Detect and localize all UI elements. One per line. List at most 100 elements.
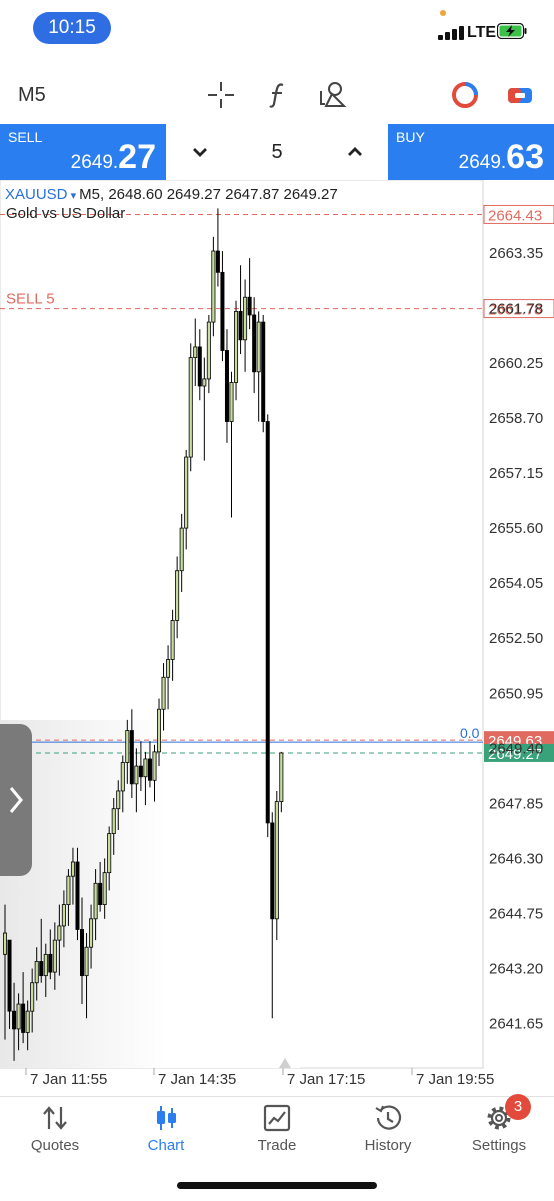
candle-bull	[66, 875, 71, 906]
indicators-icon[interactable]	[263, 80, 293, 110]
y-tick-label: 2649.40	[489, 740, 543, 757]
tab-settings[interactable]: Settings	[444, 1097, 554, 1167]
candle-bull	[57, 925, 62, 941]
candle-bull	[234, 311, 239, 383]
candle-bear	[224, 350, 229, 422]
sell-label: SELL	[8, 129, 43, 145]
candle-bull	[84, 946, 89, 977]
y-tick-label: 2661.78	[489, 301, 543, 318]
status-bar: 10:15 LTE	[0, 0, 554, 60]
candle-bull	[184, 456, 189, 529]
timeframe-button[interactable]: M5	[18, 84, 46, 107]
y-tick-label: 2654.05	[489, 575, 543, 592]
symbol-selector[interactable]: XAUUSD	[5, 186, 68, 203]
x-tick-label: 7 Jan 11:55	[30, 1071, 107, 1088]
candle-bear	[197, 346, 202, 387]
candle-bull	[70, 861, 75, 877]
tab-trade[interactable]: Trade	[222, 1097, 332, 1167]
candle-bull	[243, 296, 248, 341]
candle-bull	[170, 620, 175, 660]
y-tick-label: 2655.60	[489, 520, 543, 537]
trade-panel-icon[interactable]	[505, 80, 535, 110]
y-tick-label: 2650.95	[489, 685, 543, 702]
candle-bull	[206, 321, 211, 380]
candle-bull	[256, 321, 261, 373]
tab-chart[interactable]: Chart	[111, 1097, 221, 1167]
candle-bull	[211, 250, 216, 323]
cellular-signal-icon	[438, 26, 464, 40]
sell-order-tag: SELL 5	[6, 291, 55, 308]
buy-button[interactable]: BUY 2649.63	[388, 124, 554, 180]
y-tick-label: 2646.30	[489, 850, 543, 867]
lot-selector: 5	[166, 124, 388, 180]
candle-bear	[80, 929, 85, 977]
candle-bull	[202, 378, 207, 387]
battery-charging-icon	[497, 23, 527, 39]
quotes-icon	[43, 1106, 67, 1130]
candle-bull	[229, 382, 234, 422]
candle-bull	[25, 1010, 30, 1033]
sell-price-main: 2649.	[70, 152, 119, 173]
chevron-up-icon[interactable]	[341, 138, 369, 166]
candle-bull	[116, 790, 121, 810]
sell-price-pips: 27	[118, 138, 156, 176]
candle-bear	[129, 730, 134, 785]
candle-bear	[238, 311, 243, 341]
crosshair-icon[interactable]	[206, 80, 236, 110]
candle-bear	[252, 314, 257, 373]
candle-bull	[52, 939, 57, 973]
candle-bull	[157, 708, 162, 753]
candle-bull	[175, 570, 180, 621]
candle-bear	[21, 1003, 26, 1033]
candle-bull	[93, 882, 98, 920]
candle-bull	[179, 527, 184, 572]
candle-bear	[147, 758, 152, 781]
x-tick-label: 7 Jan 14:35	[158, 1071, 236, 1088]
candle-bear	[265, 421, 270, 824]
position-profit-label: 0.0	[460, 725, 480, 741]
candle-bear	[270, 822, 275, 920]
chart-toolbar: M5	[0, 68, 554, 122]
y-tick-label: 2652.50	[489, 630, 543, 647]
candle-bull	[125, 730, 130, 763]
candle-bull	[16, 1003, 21, 1030]
sell-button[interactable]: SELL 2649.27	[0, 124, 166, 180]
y-tick-label: 2660.25	[489, 355, 543, 372]
price-chart[interactable]: 2664.432661.78SELL 52649.632649.270.0 26…	[0, 180, 554, 1096]
candle-bull	[279, 752, 284, 803]
tab-label: Trade	[257, 1137, 297, 1154]
candle-bull	[102, 872, 107, 906]
candle-bull	[161, 676, 166, 710]
settings-notification-badge: 3	[505, 1094, 531, 1120]
tab-label: Chart	[147, 1137, 185, 1154]
one-click-trading-icon[interactable]	[450, 80, 480, 110]
tab-quotes[interactable]: Quotes	[0, 1097, 110, 1167]
trade-icon	[263, 1104, 291, 1132]
candle-bull	[188, 357, 193, 458]
candle-bull	[152, 751, 157, 781]
status-time[interactable]: 10:15	[33, 12, 111, 44]
objects-icon[interactable]	[318, 80, 348, 110]
ohlc-readout: M5, 2648.60 2649.27 2647.87 2649.27	[79, 186, 338, 203]
candle-bear	[138, 765, 143, 778]
home-indicator[interactable]	[177, 1182, 377, 1189]
tab-label: Quotes	[30, 1137, 80, 1154]
candle-bull	[134, 765, 139, 785]
candle-bull	[120, 762, 125, 792]
y-tick-label: 2641.65	[489, 1016, 543, 1033]
chart-icon	[157, 1106, 176, 1130]
privacy-indicator-dot	[440, 10, 446, 16]
candle-bull	[34, 961, 39, 984]
side-panel-handle[interactable]	[0, 724, 32, 876]
candle-bull	[143, 758, 148, 778]
y-tick-label: 2663.35	[489, 245, 543, 262]
candle-bear	[7, 939, 12, 1012]
candle-bull	[30, 982, 35, 1012]
candle-bear	[215, 250, 220, 273]
candle-bear	[261, 321, 266, 422]
y-tick-label: 2658.70	[489, 410, 543, 427]
tab-history[interactable]: History	[333, 1097, 443, 1167]
chevron-right-icon	[9, 787, 23, 813]
candle-bear	[48, 953, 53, 973]
symbol-description: Gold vs US Dollar	[6, 205, 126, 222]
